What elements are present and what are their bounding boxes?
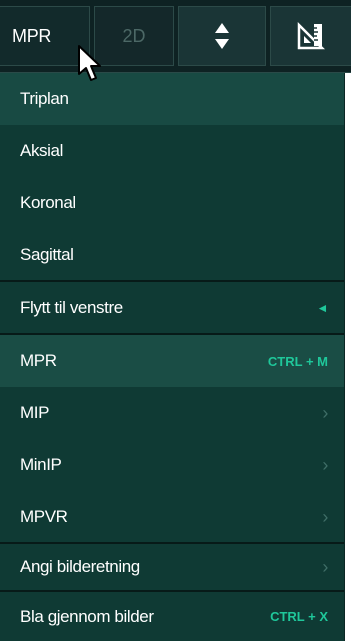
menu-item-label: Triplan [20, 89, 69, 108]
menu-panel: Triplan Aksial Koronal Sagittal Flytt ti… [0, 73, 345, 641]
menu-item-image-orientation[interactable]: Angi bilderetning › [0, 544, 344, 590]
menu-item-aksial[interactable]: Aksial [0, 125, 344, 177]
menu-item-label: Koronal [20, 193, 76, 212]
menu-item-label: Aksial [20, 141, 63, 160]
menu-item-label: Sagittal [20, 245, 74, 264]
chevron-right-icon: › [322, 454, 328, 475]
menu-item-move-left[interactable]: Flytt til venstre ◄ [0, 282, 344, 334]
menu-item-label: MinIP [20, 455, 62, 474]
menu-item-browse-images[interactable]: Bla gjennom bilder CTRL + X [0, 592, 344, 641]
menu-item-minip[interactable]: MinIP › [0, 439, 344, 491]
mpr-dropdown-menu: Triplan Aksial Koronal Sagittal Flytt ti… [0, 73, 351, 641]
shortcut-label: CTRL + X [270, 609, 328, 624]
menu-item-label: MIP [20, 403, 50, 422]
shortcut-label: CTRL + M [267, 353, 328, 369]
mouse-pointer-icon [78, 45, 101, 81]
menu-item-koronal[interactable]: Koronal [0, 177, 344, 229]
measure-tool-button[interactable] [270, 6, 351, 66]
triangle-left-icon: ◄ [316, 301, 329, 315]
sort-up-down-icon [215, 23, 229, 49]
menu-item-sagittal[interactable]: Sagittal [0, 229, 344, 281]
menu-item-triplan[interactable]: Triplan [0, 73, 344, 125]
app-window: MPR 2D Triplan Aksial Koronal Sagittal F… [0, 0, 351, 641]
scroll-mode-button[interactable] [178, 6, 266, 66]
2d-mode-button[interactable]: 2D [94, 6, 174, 66]
menu-item-mpvr[interactable]: MPVR › [0, 491, 344, 543]
menu-item-label: MPR [20, 351, 57, 370]
menu-item-label: Angi bilderetning [20, 557, 140, 576]
menu-item-label: MPVR [20, 507, 68, 526]
toolbar: MPR 2D [0, 0, 351, 73]
2d-mode-label: 2D [122, 25, 146, 46]
mpr-mode-label: MPR [12, 25, 52, 46]
ruler-set-square-icon [297, 21, 326, 50]
menu-item-mip[interactable]: MIP › [0, 387, 344, 439]
menu-item-label: Bla gjennom bilder [20, 606, 154, 626]
chevron-right-icon: › [322, 556, 328, 577]
menu-item-label: Flytt til venstre [20, 298, 123, 317]
chevron-right-icon: › [322, 506, 328, 527]
menu-item-mpr[interactable]: MPR CTRL + M [0, 335, 344, 387]
chevron-right-icon: › [322, 402, 328, 423]
